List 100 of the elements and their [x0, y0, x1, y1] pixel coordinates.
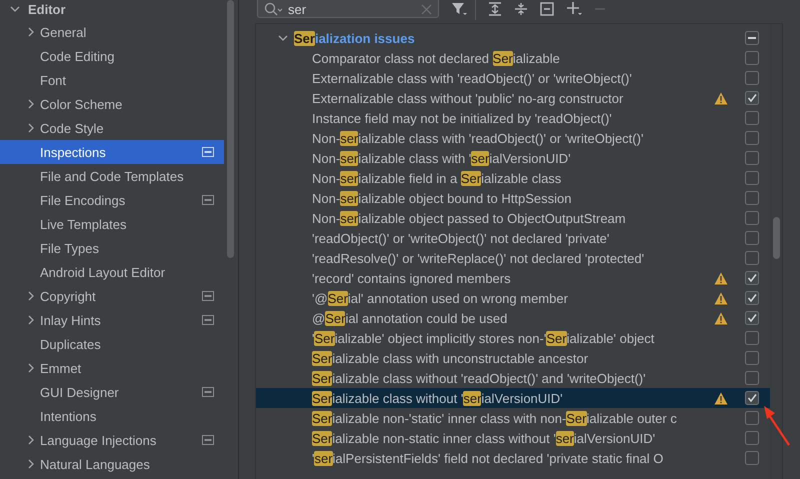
search-field[interactable]: ser	[257, 0, 439, 18]
scope-icon[interactable]	[202, 291, 214, 301]
inspection-row[interactable]: Externalizable class without 'public' no-arg constructor	[256, 88, 770, 108]
collapse-all-icon[interactable]	[514, 2, 528, 16]
inspection-label[interactable]: 'serialPersistentFields' field not declared 'private static final O	[312, 450, 714, 466]
warning-icon[interactable]	[714, 292, 728, 304]
search-input[interactable]: ser	[282, 0, 421, 16]
inspection-label[interactable]: 'Serializable' object implicitly stores non-'Serializable' object	[312, 330, 714, 346]
checkbox[interactable]	[745, 191, 759, 205]
inspection-label[interactable]: Serializable class without 'readObject()' and 'writeObject()'	[312, 370, 714, 386]
checkbox[interactable]	[745, 431, 759, 445]
scrollbar[interactable]	[227, 0, 234, 258]
inspection-row[interactable]: '@Serial' annotation used on wrong member	[256, 288, 770, 308]
sidebar-item[interactable]: Inlay Hints	[0, 308, 224, 332]
inspection-label[interactable]: 'readResolve()' or 'writeReplace()' not declared 'protected'	[312, 250, 714, 266]
sidebar-heading[interactable]: Editor	[28, 2, 224, 16]
inspection-label[interactable]: 'readObject()' or 'writeObject()' not declared 'private'	[312, 230, 714, 246]
inspection-row[interactable]: 'record' contains ignored members	[256, 268, 770, 288]
checkbox[interactable]	[745, 391, 759, 405]
inspection-label[interactable]: Instance field may not be initialized by 'readObject()'	[312, 110, 714, 126]
inspection-row[interactable]: 'readObject()' or 'writeObject()' not declared 'private'	[256, 228, 770, 248]
sidebar-item[interactable]: Android Layout Editor	[0, 260, 224, 284]
expand-all-icon[interactable]	[488, 2, 502, 16]
checkbox[interactable]	[745, 311, 759, 325]
sidebar-item[interactable]: Color Scheme	[0, 92, 224, 116]
sidebar-item[interactable]: Font	[0, 68, 224, 92]
plus-icon[interactable]	[566, 1, 582, 17]
inspection-row[interactable]: Serializable non-'static' inner class with non-Serializable outer c	[256, 408, 770, 428]
checkbox[interactable]	[745, 251, 759, 265]
scrollbar-thumb[interactable]	[773, 217, 780, 259]
inspection-row[interactable]: 'Serializable' object implicitly stores non-'Serializable' object	[256, 328, 770, 348]
checkbox[interactable]	[745, 171, 759, 185]
checkbox[interactable]	[745, 411, 759, 425]
checkbox[interactable]	[745, 131, 759, 145]
checkbox[interactable]	[745, 31, 759, 45]
checkbox[interactable]	[745, 51, 759, 65]
square-minus-icon[interactable]	[540, 2, 554, 16]
sidebar-item[interactable]: Emmet	[0, 356, 224, 380]
inspection-label[interactable]: Externalizable class without 'public' no-arg constructor	[312, 90, 714, 106]
inspection-row[interactable]: Serializable class with unconstructable ancestor	[256, 348, 770, 368]
inspection-row[interactable]: Non-serializable object bound to HttpSession	[256, 188, 770, 208]
inspection-row[interactable]: Serializable class without 'readObject()' and 'writeObject()'	[256, 368, 770, 388]
scope-icon[interactable]	[202, 315, 214, 325]
inspection-row[interactable]: 'readResolve()' or 'writeReplace()' not declared 'protected'	[256, 248, 770, 268]
warning-icon[interactable]	[714, 272, 728, 284]
inspection-label[interactable]: Serializable non-'static' inner class with non-Serializable outer c	[312, 410, 714, 426]
warning-icon[interactable]	[714, 392, 728, 404]
inspection-label[interactable]: Non-serializable object bound to HttpSession	[312, 190, 714, 206]
checkbox[interactable]	[745, 111, 759, 125]
sidebar-item[interactable]: Intentions	[0, 404, 224, 428]
sidebar-item[interactable]: Natural Languages	[0, 452, 224, 476]
scope-icon[interactable]	[202, 195, 214, 205]
category-label[interactable]: Serialization issues	[294, 30, 714, 46]
inspection-label[interactable]: Externalizable class with 'readObject()' or 'writeObject()'	[312, 70, 714, 86]
checkbox[interactable]	[745, 351, 759, 365]
sidebar-item[interactable]: GUI Designer	[0, 380, 224, 404]
scope-icon[interactable]	[202, 435, 214, 445]
checkbox[interactable]	[745, 371, 759, 385]
sidebar-item[interactable]: Code Style	[0, 116, 224, 140]
inspection-row[interactable]: 'serialPersistentFields' field not declared 'private static final O	[256, 448, 770, 468]
warning-icon[interactable]	[714, 92, 728, 104]
inspection-row[interactable]: Instance field may not be initialized by 'readObject()'	[256, 108, 770, 128]
search-icon[interactable]	[264, 2, 282, 16]
checkbox[interactable]	[745, 331, 759, 345]
inspection-row[interactable]: Non-serializable object passed to ObjectOutputStream	[256, 208, 770, 228]
inspection-label[interactable]: Serializable non-static inner class without 'serialVersionUID'	[312, 430, 714, 446]
checkbox[interactable]	[745, 291, 759, 305]
inspection-row[interactable]: Serializable non-static inner class without 'serialVersionUID'	[256, 428, 770, 448]
inspection-label[interactable]: 'record' contains ignored members	[312, 270, 714, 286]
sidebar-item[interactable]: File and Code Templates	[0, 164, 224, 188]
sidebar-item[interactable]: Inspections	[0, 140, 224, 164]
sidebar-item[interactable]: Live Templates	[0, 212, 224, 236]
inspection-row[interactable]: Non-serializable class with 'readObject()' or 'writeObject()'	[256, 128, 770, 148]
checkbox[interactable]	[745, 211, 759, 225]
arrow-annotation	[764, 406, 790, 446]
inspection-row[interactable]: Non-serializable field in a Serializable class	[256, 168, 770, 188]
warning-icon[interactable]	[714, 312, 728, 324]
checkbox[interactable]	[745, 91, 759, 105]
inspection-label[interactable]: '@Serial' annotation used on wrong member	[312, 290, 714, 306]
inspection-label[interactable]: Non-serializable field in a Serializable class	[312, 170, 714, 186]
scope-icon[interactable]	[202, 387, 214, 397]
inspection-row[interactable]: Comparator class not declared Serializable	[256, 48, 770, 68]
inspection-label[interactable]: Serializable class with unconstructable ancestor	[312, 350, 714, 366]
checkbox[interactable]	[745, 451, 759, 465]
checkbox[interactable]	[745, 71, 759, 85]
sidebar-item[interactable]: Language Injections	[0, 428, 224, 452]
inspection-label[interactable]: Non-serializable object passed to ObjectOutputStream	[312, 210, 714, 226]
sidebar-item[interactable]: Copyright	[0, 284, 224, 308]
inspection-label[interactable]: Comparator class not declared Serializable	[312, 50, 714, 66]
sidebar-item[interactable]: File Encodings	[0, 188, 224, 212]
sidebar-item[interactable]: Code Editing	[0, 44, 224, 68]
sidebar-item[interactable]: General	[0, 20, 224, 44]
sidebar-item[interactable]: Duplicates	[0, 332, 224, 356]
checkbox[interactable]	[745, 151, 759, 165]
inspection-row[interactable]: Externalizable class with 'readObject()' or 'writeObject()'	[256, 68, 770, 88]
checkbox[interactable]	[745, 271, 759, 285]
sidebar-item[interactable]: File Types	[0, 236, 224, 260]
filter-icon[interactable]	[451, 1, 467, 17]
inspection-label[interactable]: Non-serializable class with 'readObject()' or 'writeObject()'	[312, 130, 714, 146]
checkbox[interactable]	[745, 231, 759, 245]
